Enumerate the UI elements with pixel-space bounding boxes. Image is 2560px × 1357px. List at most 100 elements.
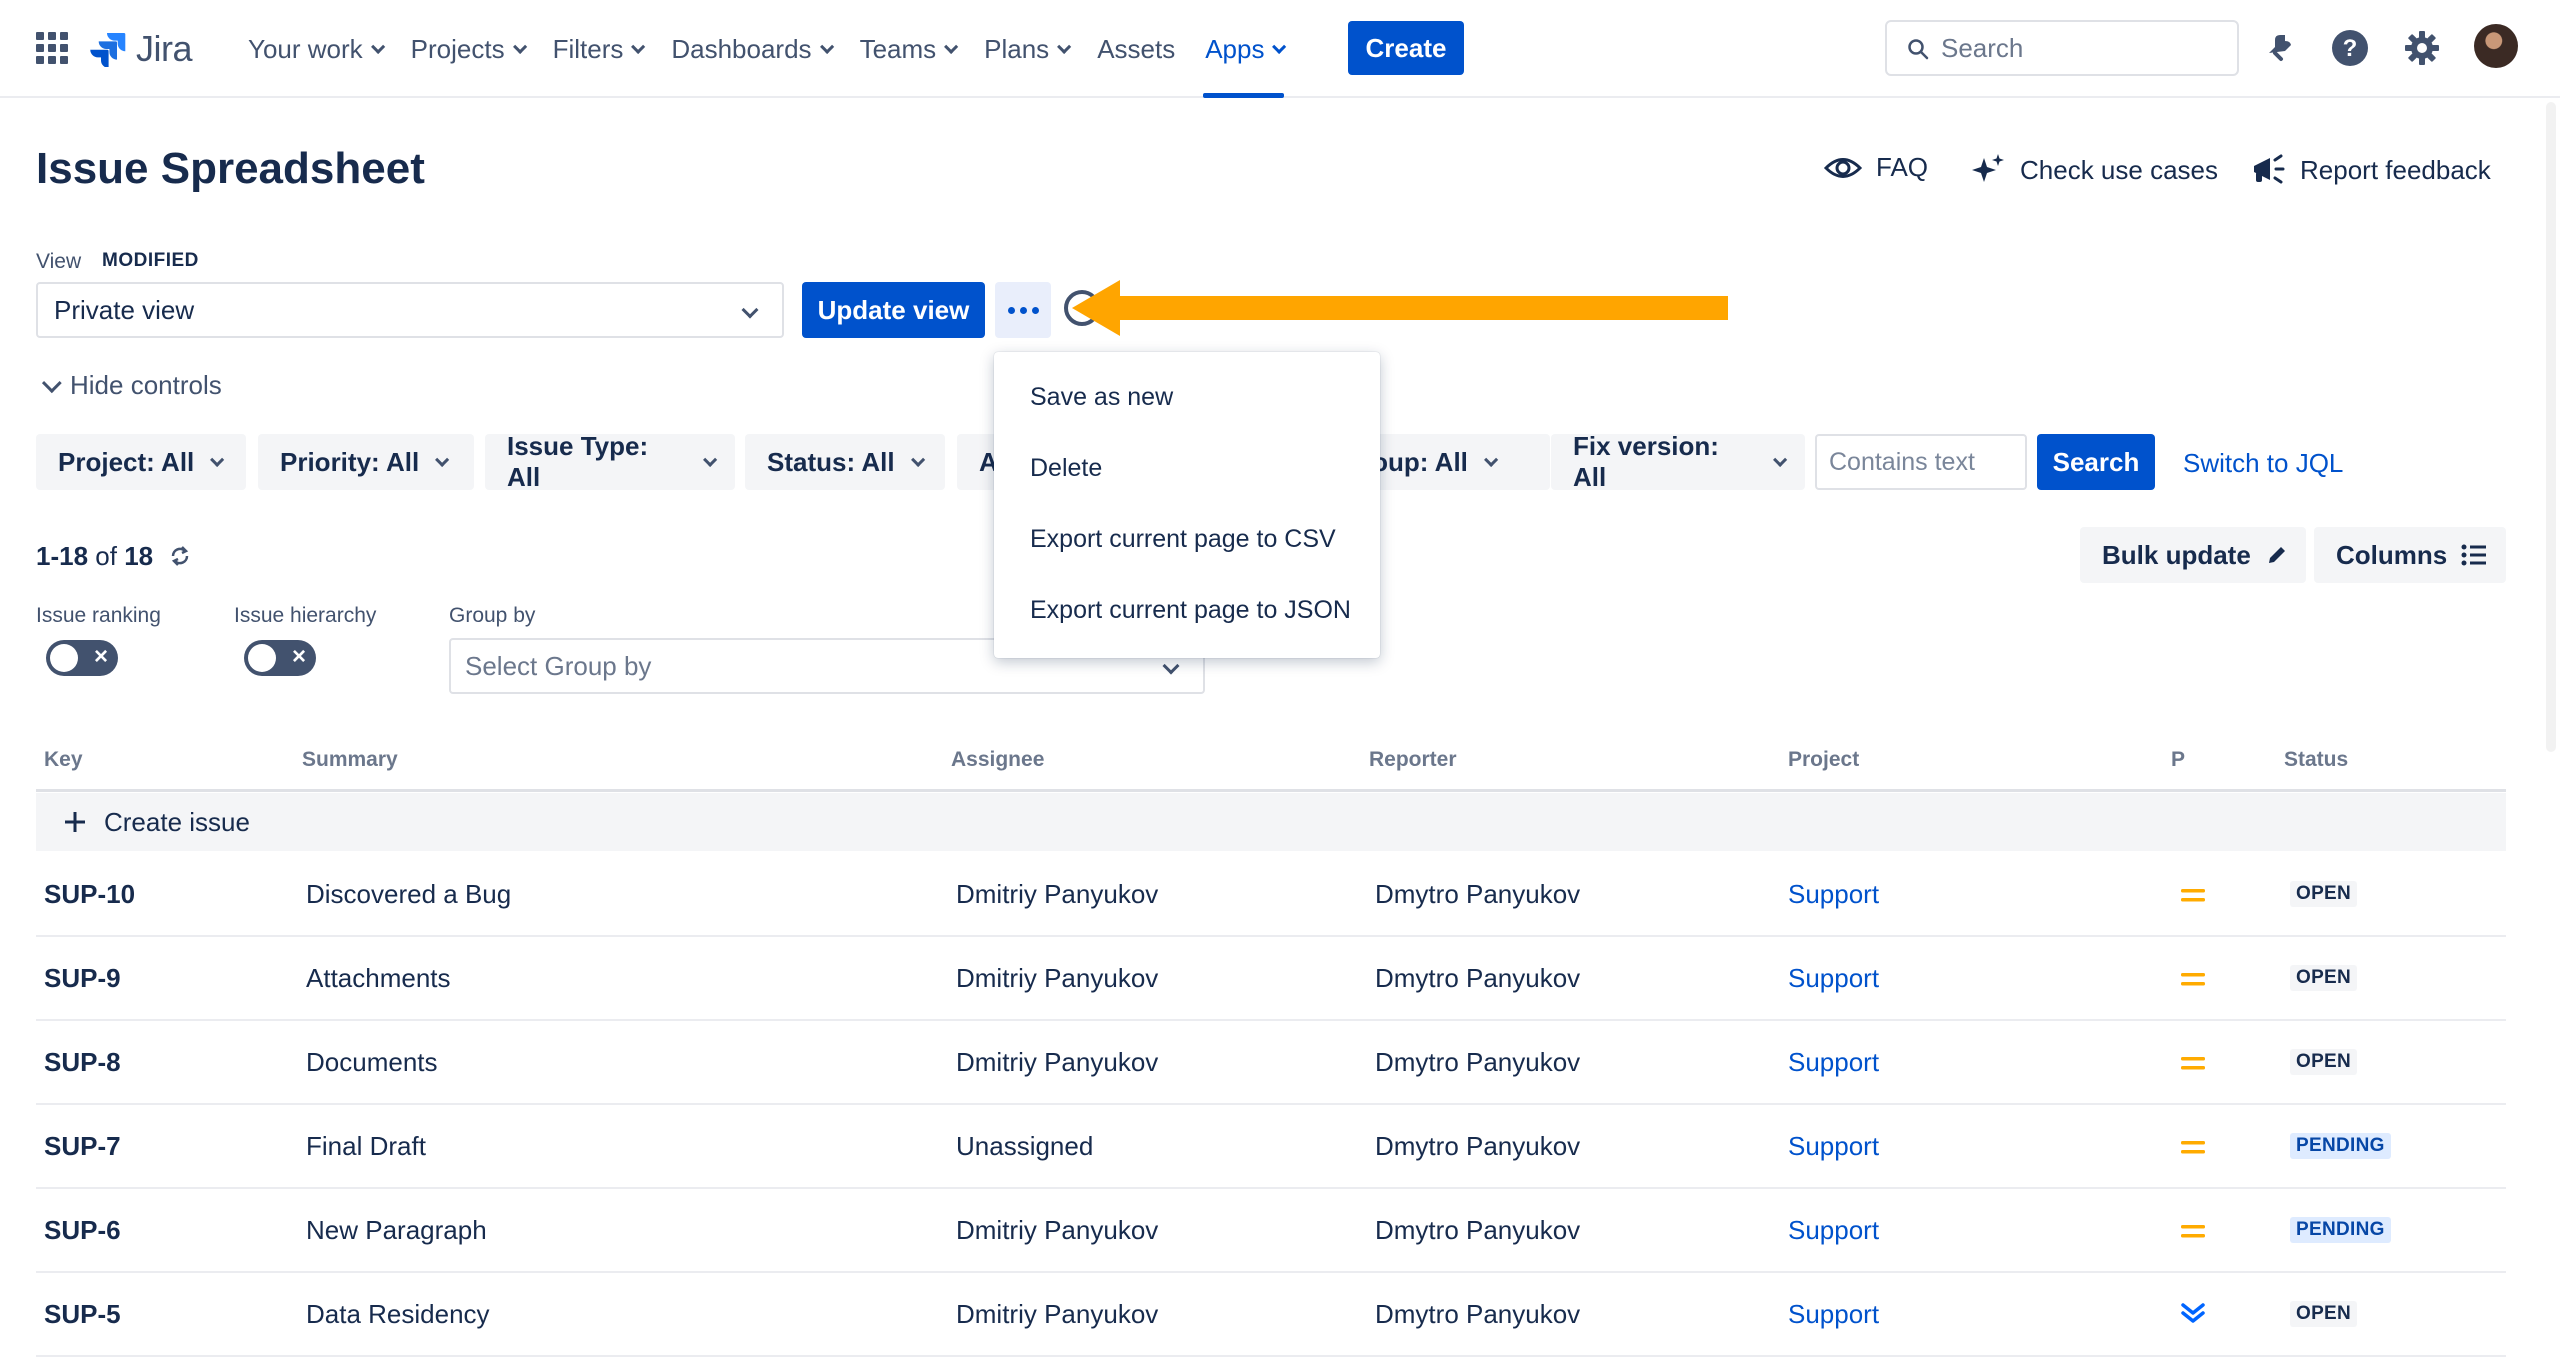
update-view-button[interactable]: Update view [802,282,985,338]
app-switcher-icon[interactable] [36,32,68,64]
issue-project-link[interactable]: Support [1788,1299,1879,1330]
nav-item-plans[interactable]: Plans [984,0,1072,98]
status-badge[interactable]: OPEN [2290,1049,2358,1075]
issue-summary[interactable]: New Paragraph [306,1215,487,1246]
table-row[interactable]: SUP-10 Discovered a Bug Dmitriy Panyukov Dm… [36,853,2506,937]
chevron-down-icon [631,39,646,54]
status-badge[interactable]: OPEN [2290,1301,2358,1327]
nav-item-dashboards[interactable]: Dashboards [671,0,834,98]
contains-text-input[interactable]: Contains text [1815,434,2027,490]
issue-project-link[interactable]: Support [1788,1215,1879,1246]
settings-gear-icon[interactable] [2400,26,2444,70]
bulk-update-button[interactable]: Bulk update [2080,527,2306,583]
nav-item-label: Apps [1205,33,1265,64]
issue-project-link[interactable]: Support [1788,1047,1879,1078]
filter-status[interactable]: Status: All [745,434,945,490]
issue-summary[interactable]: Final Draft [306,1131,426,1162]
result-total: 18 [124,541,154,571]
table-row[interactable]: SUP-5 Data Residency Dmitriy Panyukov Dmytr… [36,1273,2506,1357]
status-badge[interactable]: PENDING [2290,1133,2391,1159]
issue-assignee: Dmitriy Panyukov [956,1047,1159,1077]
filter-issue-type[interactable]: Issue Type: All [485,431,735,492]
filter-assignee[interactable]: A [957,434,998,490]
issue-assignee: Dmitriy Panyukov [956,879,1159,909]
issue-summary[interactable]: Discovered a Bug [306,879,511,910]
scrollbar-thumb[interactable] [2546,102,2556,752]
create-issue-row[interactable]: Create issue [36,793,2506,851]
filter-project[interactable]: Project: All [36,434,246,490]
issue-reporter: Dmytro Panyukov [1375,879,1581,909]
view-select[interactable]: Private view [36,282,784,338]
issue-key[interactable]: SUP-10 [44,879,135,910]
filter-status-label: Status: All [767,446,895,477]
check-use-cases-link[interactable]: Check use cases [1970,152,2218,188]
issue-key[interactable]: SUP-6 [44,1215,121,1246]
nav-item-apps[interactable]: Apps [1203,0,1287,98]
switch-to-jql-link[interactable]: Switch to JQL [2183,448,2343,479]
menu-item-export-current-page-to-json[interactable]: Export current page to JSON [994,575,1380,646]
filter-fix-version-label: Fix version: All [1573,431,1719,492]
create-button[interactable]: Create [1348,21,1464,75]
nav-item-filters[interactable]: Filters [553,0,646,98]
issue-key[interactable]: SUP-5 [44,1299,121,1330]
filter-priority[interactable]: Priority: All [258,434,474,490]
issue-summary[interactable]: Data Residency [306,1299,490,1330]
priority-medium-icon [2181,1225,2205,1238]
filter-fix-version[interactable]: Fix version: All [1551,431,1805,492]
menu-item-save-as-new[interactable]: Save as new [994,362,1380,433]
refresh-icon[interactable] [168,544,192,568]
column-header-assignee[interactable]: Assignee [951,748,1044,772]
issue-key[interactable]: SUP-7 [44,1131,121,1162]
nav-item-projects[interactable]: Projects [411,0,527,98]
column-header-key[interactable]: Key [44,748,83,772]
nav-item-assets[interactable]: Assets [1097,0,1175,98]
columns-button[interactable]: Columns [2314,527,2506,583]
table-row[interactable]: SUP-8 Documents Dmitriy Panyukov Dmytro Pan… [36,1021,2506,1105]
menu-item-export-current-page-to-csv[interactable]: Export current page to CSV [994,504,1380,575]
issue-key[interactable]: SUP-8 [44,1047,121,1078]
nav-item-teams[interactable]: Teams [859,0,959,98]
status-badge[interactable]: OPEN [2290,881,2358,907]
jira-logo[interactable]: Jira [90,28,193,70]
issue-project-link[interactable]: Support [1788,879,1879,910]
issue-project-link[interactable]: Support [1788,1131,1879,1162]
page-scrollbar[interactable] [2542,98,2560,1339]
nav-item-label: Teams [859,33,937,64]
issue-summary[interactable]: Attachments [306,963,451,994]
issue-assignee: Dmitriy Panyukov [956,1215,1159,1245]
notifications-icon[interactable] [2258,26,2302,70]
column-header-project[interactable]: Project [1788,748,1859,772]
search-placeholder: Search [1941,32,2024,63]
nav-item-your-work[interactable]: Your work [248,0,385,98]
table-row[interactable]: SUP-9 Attachments Dmitriy Panyukov Dmytro P… [36,937,2506,1021]
menu-item-delete[interactable]: Delete [994,433,1380,504]
issue-summary[interactable]: Documents [306,1047,438,1078]
more-actions-menu: Save as new Delete Export current page to … [994,352,1380,658]
issue-hierarchy-toggle[interactable]: × [244,640,316,676]
search-button[interactable]: Search [2037,434,2155,490]
nav-item-label: Plans [984,33,1050,64]
issue-key[interactable]: SUP-9 [44,963,121,994]
plus-icon [65,812,85,832]
column-header-reporter[interactable]: Reporter [1369,748,1457,772]
more-dot-icon [1007,306,1015,314]
status-badge[interactable]: PENDING [2290,1217,2391,1243]
user-avatar[interactable] [2474,24,2518,68]
table-row[interactable]: SUP-7 Final Draft Unassigned Dmytro Panyuko… [36,1105,2506,1189]
faq-link[interactable]: FAQ [1824,152,1928,183]
global-search-input[interactable]: Search [1885,20,2239,76]
status-badge[interactable]: OPEN [2290,965,2358,991]
help-icon[interactable]: ? [2328,26,2372,70]
view-select-value: Private view [54,294,195,325]
report-feedback-link[interactable]: Report feedback [2250,152,2491,188]
issue-reporter: Dmytro Panyukov [1375,1131,1581,1161]
page-title: Issue Spreadsheet [36,144,425,193]
hide-controls-toggle[interactable]: Hide controls [41,370,222,401]
column-header-status[interactable]: Status [2284,748,2348,772]
column-header-summary[interactable]: Summary [302,748,398,772]
issue-ranking-toggle[interactable]: × [46,640,118,676]
table-row[interactable]: SUP-6 New Paragraph Dmitriy Panyukov Dmytro… [36,1189,2506,1273]
more-actions-button[interactable] [995,282,1051,338]
issue-project-link[interactable]: Support [1788,963,1879,994]
column-header-priority[interactable]: P [2171,748,2185,772]
